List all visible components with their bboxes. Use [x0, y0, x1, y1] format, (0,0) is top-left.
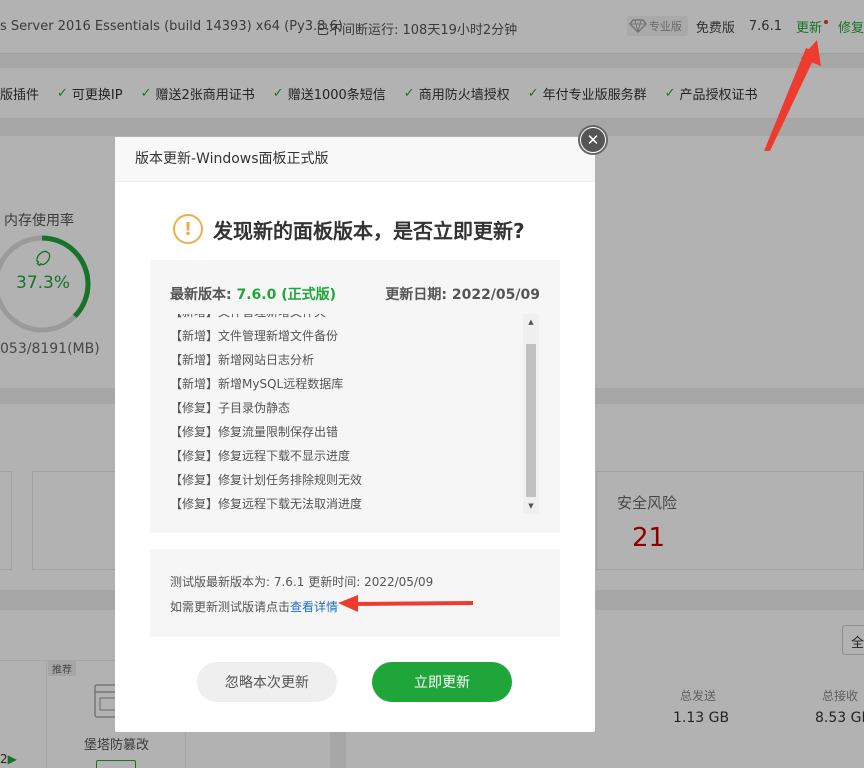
- update-now-button[interactable]: 立即更新: [372, 662, 512, 702]
- release-notes-list[interactable]: 【新增】文件管理新增文件夹 【新增】文件管理新增文件备份 【新增】新增网站日志分…: [170, 314, 528, 514]
- close-dialog-button[interactable]: ✕: [578, 125, 608, 155]
- beta-update-prompt: 如需更新测试版请点击查看详情: [170, 598, 338, 615]
- release-notes-scrollbar[interactable]: ▲ ▼: [523, 314, 539, 514]
- release-note: 【新增】新增MySQL远程数据库: [170, 377, 344, 391]
- release-note: 【修复】修复远程下载无法取消进度: [170, 497, 363, 511]
- update-date-row: 更新日期: 2022/05/09: [385, 284, 540, 304]
- warning-icon: !: [173, 214, 203, 244]
- view-details-link[interactable]: 查看详情: [290, 600, 338, 614]
- release-note: 【修复】修复远程下载不显示进度: [170, 449, 351, 463]
- scrollbar-thumb[interactable]: [526, 344, 536, 497]
- scroll-down-arrow-icon[interactable]: ▼: [523, 498, 539, 514]
- close-icon: ✕: [581, 128, 605, 152]
- release-note: 【修复】子目录伪静态: [170, 401, 291, 415]
- beta-prompt-text: 如需更新测试版请点击: [170, 600, 291, 614]
- release-note: 【新增】新增网站日志分析: [170, 353, 315, 367]
- headline-text: 发现新的面板版本，是否立即更新?: [213, 218, 525, 243]
- latest-version-label: 最新版本:: [170, 287, 232, 303]
- release-note: 【修复】修复流量限制保存出错: [170, 425, 339, 439]
- beta-info-box: 测试版最新版本为: 7.6.1 更新时间: 2022/05/09 如需更新测试版…: [150, 549, 560, 637]
- beta-version-info: 测试版最新版本为: 7.6.1 更新时间: 2022/05/09: [170, 575, 434, 589]
- release-info-box: 最新版本: 7.6.0 (正式版) 更新日期: 2022/05/09 【新增】文…: [150, 260, 560, 533]
- scroll-up-arrow-icon[interactable]: ▲: [523, 314, 539, 330]
- update-dialog: 版本更新-Windows面板正式版 ! 发现新的面板版本，是否立即更新? 最新版…: [115, 137, 595, 732]
- update-date-label: 更新日期:: [385, 287, 447, 303]
- update-date-value: 2022/05/09: [451, 287, 540, 303]
- dialog-title: 版本更新-Windows面板正式版: [115, 137, 595, 182]
- release-note: 【新增】文件管理新增文件备份: [170, 329, 339, 343]
- release-note: 【新增】文件管理新增文件夹: [170, 314, 528, 324]
- latest-version-value: 7.6.0 (正式版): [236, 287, 337, 303]
- ignore-update-button[interactable]: 忽略本次更新: [197, 662, 337, 702]
- latest-version-row: 最新版本: 7.6.0 (正式版): [170, 284, 336, 304]
- dialog-headline: ! 发现新的面板版本，是否立即更新?: [173, 214, 525, 244]
- release-note: 【修复】修复计划任务排除规则无效: [170, 473, 363, 487]
